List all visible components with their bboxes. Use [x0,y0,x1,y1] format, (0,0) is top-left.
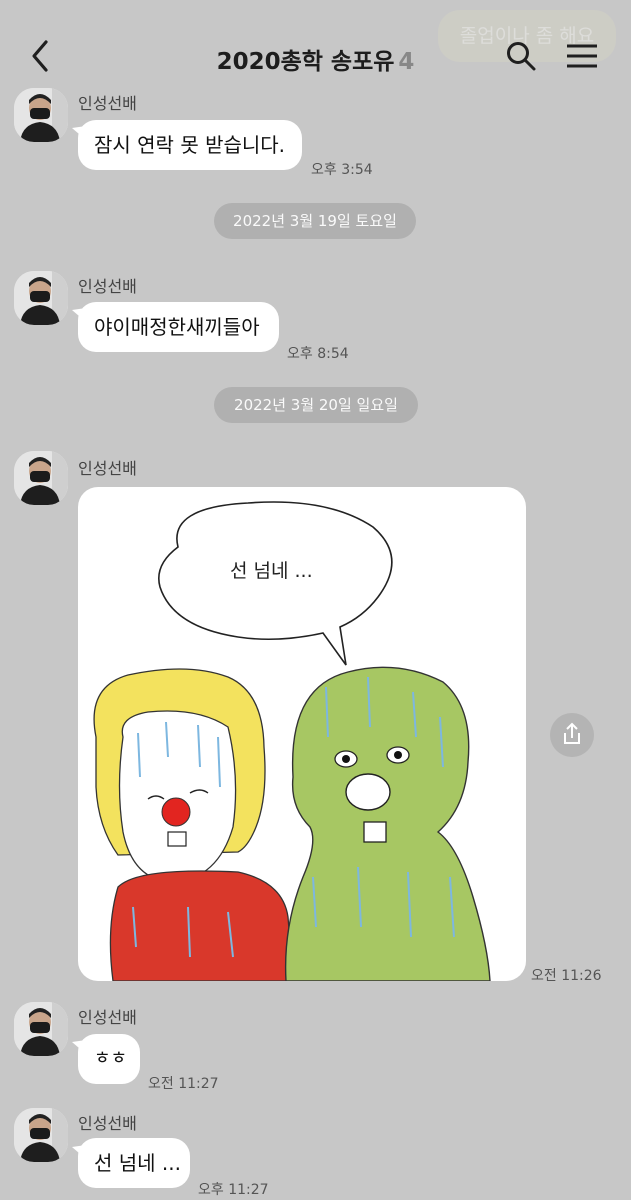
date-divider: 2022년 3월 19일 토요일 [214,203,416,239]
image-message[interactable]: 선 넘네 ... [78,487,526,981]
member-count: 4 [398,49,415,75]
profile-photo-icon [14,1002,68,1056]
message-bubble[interactable]: 선 넘네 ... [78,1138,190,1188]
sender-name: 인성선배 [78,277,137,296]
profile-photo-icon [14,271,68,325]
message-time: 오후 8:54 [287,346,349,362]
hamburger-menu-icon[interactable] [566,43,598,69]
sender-name: 인성선배 [78,1008,137,1027]
avatar[interactable] [14,451,68,505]
message-bubble[interactable]: ㅎㅎ [78,1034,140,1084]
profile-photo-icon [14,1108,68,1162]
message-time: 오전 11:26 [531,968,602,984]
speech-bubble-text: 선 넘네 ... [230,560,313,582]
sender-name: 인성선배 [78,459,137,478]
search-icon[interactable] [505,40,537,72]
message-bubble[interactable]: 야이매정한새끼들아 [78,302,279,352]
date-divider: 2022년 3월 20일 일요일 [214,387,418,423]
profile-photo-icon [14,88,68,142]
avatar[interactable] [14,88,68,142]
avatar[interactable] [14,1108,68,1162]
sender-name: 인성선배 [78,94,137,113]
share-button[interactable] [550,713,594,757]
chat-title-text: 2020총학 송포유 [216,49,395,75]
cartoon-illustration: 선 넘네 ... [93,501,491,981]
sender-name: 인성선배 [78,1114,137,1133]
message-time: 오후 3:54 [311,162,373,178]
message-time: 오전 11:27 [148,1076,219,1092]
share-icon [564,722,580,744]
message-time: 오후 11:27 [198,1182,269,1198]
avatar[interactable] [14,271,68,325]
avatar[interactable] [14,1002,68,1056]
message-bubble[interactable]: 잠시 연락 못 받습니다. [78,120,302,170]
profile-photo-icon [14,451,68,505]
